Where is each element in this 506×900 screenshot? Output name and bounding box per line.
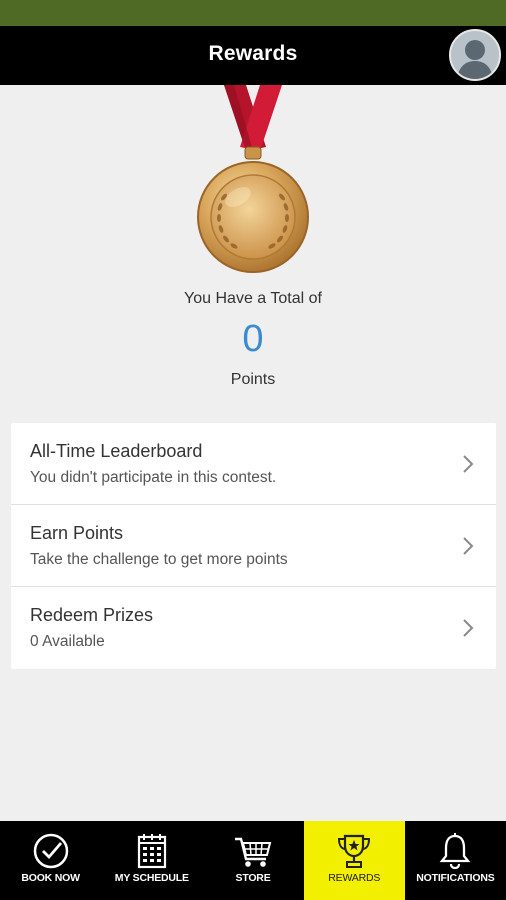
bell-icon bbox=[440, 833, 471, 870]
nav-label: MY SCHEDULE bbox=[114, 872, 189, 884]
check-circle-icon bbox=[33, 833, 68, 869]
trophy-icon bbox=[338, 834, 371, 868]
menu-item-earn-points[interactable]: Earn Points Take the challenge to get mo… bbox=[11, 505, 496, 587]
app-header: Rewards bbox=[0, 26, 506, 85]
menu-item-title: Redeem Prizes bbox=[30, 605, 154, 625]
menu-item-title: Earn Points bbox=[30, 523, 124, 543]
nav-label: STORE bbox=[235, 872, 271, 884]
nav-label: BOOK NOW bbox=[21, 872, 80, 884]
user-avatar-icon[interactable] bbox=[449, 29, 501, 81]
cart-icon bbox=[235, 837, 272, 867]
calendar-icon bbox=[137, 834, 166, 869]
nav-label: NOTIFICATIONS bbox=[416, 872, 495, 884]
menu-item-subtitle: 0 Available bbox=[30, 633, 105, 650]
chevron-right-icon bbox=[463, 619, 474, 637]
status-bar bbox=[0, 0, 506, 26]
person-silhouette-icon bbox=[457, 40, 493, 79]
nav-item-notifications[interactable]: NOTIFICATIONS bbox=[405, 821, 506, 900]
chevron-right-icon bbox=[463, 537, 474, 555]
rewards-menu: All-Time Leaderboard You didn't particip… bbox=[11, 423, 496, 669]
nav-item-store[interactable]: STORE bbox=[202, 821, 303, 900]
menu-item-leaderboard[interactable]: All-Time Leaderboard You didn't particip… bbox=[11, 423, 496, 505]
menu-item-subtitle: Take the challenge to get more points bbox=[30, 551, 288, 568]
chevron-right-icon bbox=[463, 455, 474, 473]
points-total: 0 bbox=[242, 318, 264, 360]
nav-item-book-now[interactable]: BOOK NOW bbox=[0, 821, 101, 900]
nav-label: REWARDS bbox=[328, 872, 381, 884]
nav-item-rewards[interactable]: REWARDS bbox=[303, 821, 405, 900]
points-caption: You Have a Total of bbox=[184, 290, 322, 307]
menu-item-title: All-Time Leaderboard bbox=[30, 441, 203, 461]
menu-item-redeem-prizes[interactable]: Redeem Prizes 0 Available bbox=[11, 587, 496, 669]
nav-item-my-schedule[interactable]: MY SCHEDULE bbox=[101, 821, 202, 900]
page-title: Rewards bbox=[208, 42, 298, 65]
gold-medal-icon bbox=[190, 85, 316, 279]
menu-item-subtitle: You didn't participate in this contest. bbox=[30, 469, 277, 486]
bottom-navigation: BOOK NOW MY SCHEDULE STORE REWARDS NOTIF… bbox=[0, 821, 506, 900]
points-unit: Points bbox=[230, 371, 276, 388]
